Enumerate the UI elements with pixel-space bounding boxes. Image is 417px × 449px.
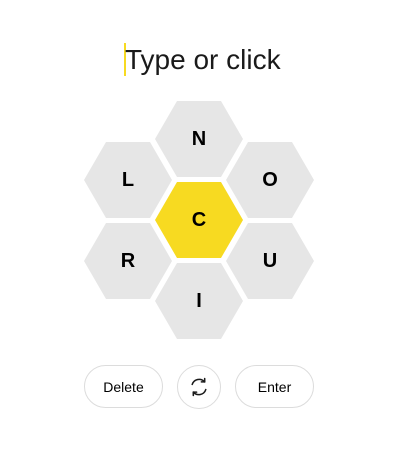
hive-letter: N — [191, 127, 207, 150]
delete-button[interactable]: Delete — [84, 365, 163, 408]
hive-cell-bottom[interactable]: I — [155, 263, 243, 339]
hive-cell-upper-right[interactable]: O — [226, 142, 314, 218]
shuffle-icon — [188, 376, 210, 398]
shuffle-button[interactable] — [177, 365, 221, 409]
hive-letter: U — [262, 249, 278, 272]
hive-cell-top[interactable]: N — [155, 101, 243, 177]
hive-letter: R — [120, 249, 136, 272]
hive-cell-lower-right[interactable]: U — [226, 223, 314, 299]
enter-button[interactable]: Enter — [235, 365, 314, 408]
hive-cell-upper-left[interactable]: L — [84, 142, 172, 218]
hive-letter: L — [121, 168, 135, 191]
hive-letter: O — [262, 168, 278, 191]
hive-letter: I — [196, 289, 202, 312]
hive-cell-center[interactable]: C — [155, 182, 243, 258]
hive-center-letter: C — [191, 208, 207, 231]
hive-cell-lower-left[interactable]: R — [84, 223, 172, 299]
